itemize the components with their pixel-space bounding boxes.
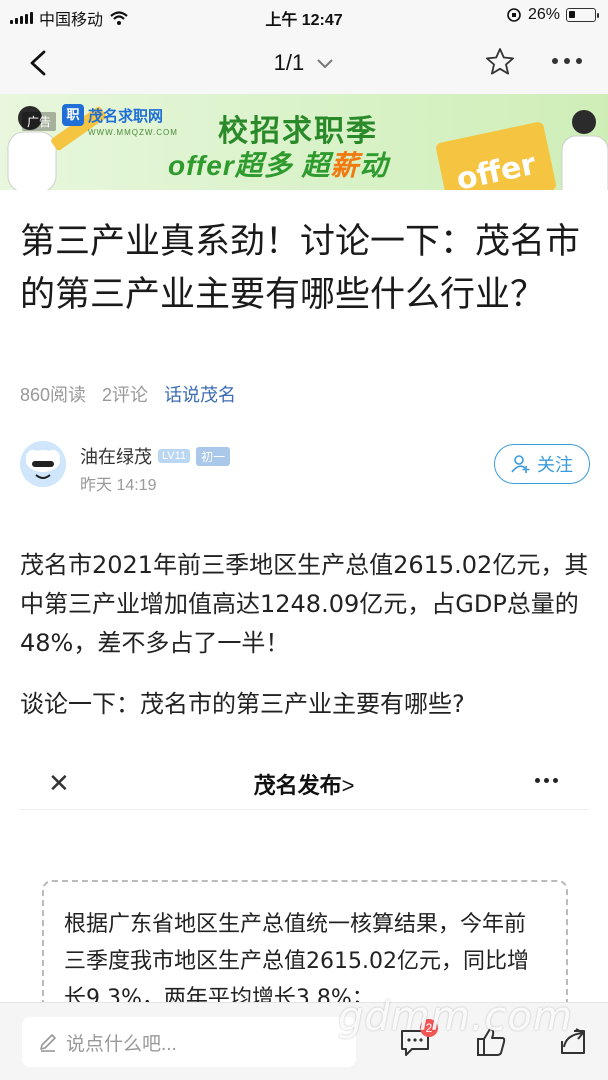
comment-count-label[interactable]: 2评论 <box>102 381 148 407</box>
embed-title-arrow: > <box>341 773 355 798</box>
rank-badge: 初一 <box>196 446 231 466</box>
avatar[interactable] <box>20 441 66 487</box>
more-icon <box>535 778 558 783</box>
illustration-offer-card: offer <box>436 110 608 190</box>
embed-title-text: 茂名发布 <box>253 773 342 798</box>
article-title: 第三产业真系劲！讨论一下：茂名市的第三产业主要有哪些什么行业？ <box>20 222 581 315</box>
page-indicator-label: 1/1 <box>273 50 305 75</box>
author-name-row: 油在绿茂 LV11 初一 <box>80 443 231 469</box>
level-badge: LV11 <box>158 449 191 463</box>
ad-brand-url: WWW.MMQZW.COM <box>88 128 178 137</box>
body-paragraph-2: 谈论一下：茂名市的第三产业主要有哪些? <box>20 690 465 718</box>
nav-bar: 1/1 <box>0 32 608 94</box>
add-user-icon <box>511 455 530 473</box>
read-count: 860阅读 <box>20 385 87 405</box>
watermark: gdmm.com <box>338 994 573 1040</box>
pencil-icon <box>40 1034 56 1052</box>
comment-input[interactable]: 说点什么吧... <box>22 1017 356 1067</box>
ad-tag: 广告 <box>22 112 57 131</box>
author-name[interactable]: 油在绿茂 <box>80 443 152 469</box>
ad-sub-prefix: offer超多 超 <box>168 150 331 181</box>
page-indicator[interactable]: 1/1 <box>0 50 608 76</box>
embed-title: 茂名发布> <box>20 768 588 800</box>
ad-logo-mark: 职 <box>62 104 84 126</box>
status-right: 26% <box>506 6 599 24</box>
status-bar: 中国移动 上午 12:47 26% <box>0 0 608 32</box>
post-time: 昨天 14:19 <box>80 477 157 494</box>
star-icon[interactable] <box>484 46 516 78</box>
body-paragraph-1: 茂名市2021年前三季地区生产总值2615.02亿元，其中第三产业增加值高达12… <box>20 551 589 657</box>
chevron-down-icon <box>317 59 334 69</box>
more-icon[interactable] <box>552 58 582 64</box>
ad-subheadline: offer超多 超薪动 <box>168 144 389 184</box>
battery-icon <box>566 8 599 22</box>
ad-sub-highlight: 薪 <box>330 150 360 181</box>
follow-button[interactable]: 关注 <box>494 444 590 484</box>
battery-percent: 26% <box>527 6 560 23</box>
comment-placeholder: 说点什么吧... <box>66 1033 177 1055</box>
embed-header: ✕ 茂名发布> <box>20 740 588 810</box>
topic-link[interactable]: 话说茂名 <box>164 381 236 407</box>
follow-label: 关注 <box>537 455 573 475</box>
ad-brand-name: 茂名求职网 <box>88 107 164 125</box>
orientation-lock-icon <box>507 8 521 22</box>
ad-logo: 职 茂名求职网 <box>62 104 163 126</box>
article-meta: 860阅读 2评论 话说茂名 <box>20 381 236 407</box>
ad-banner[interactable]: 广告 职 茂名求职网 WWW.MMQZW.COM 校招求职季 offer超多 超… <box>0 94 608 190</box>
author-row: 油在绿茂 LV11 初一 昨天 14:19 关注 <box>20 441 590 494</box>
embedded-screenshot[interactable]: ✕ 茂名发布> 根据广东省地区生产总值统一核算结果，今年前三季度我市地区生产总值… <box>20 740 588 1040</box>
ad-sub-suffix: 动 <box>359 150 389 181</box>
